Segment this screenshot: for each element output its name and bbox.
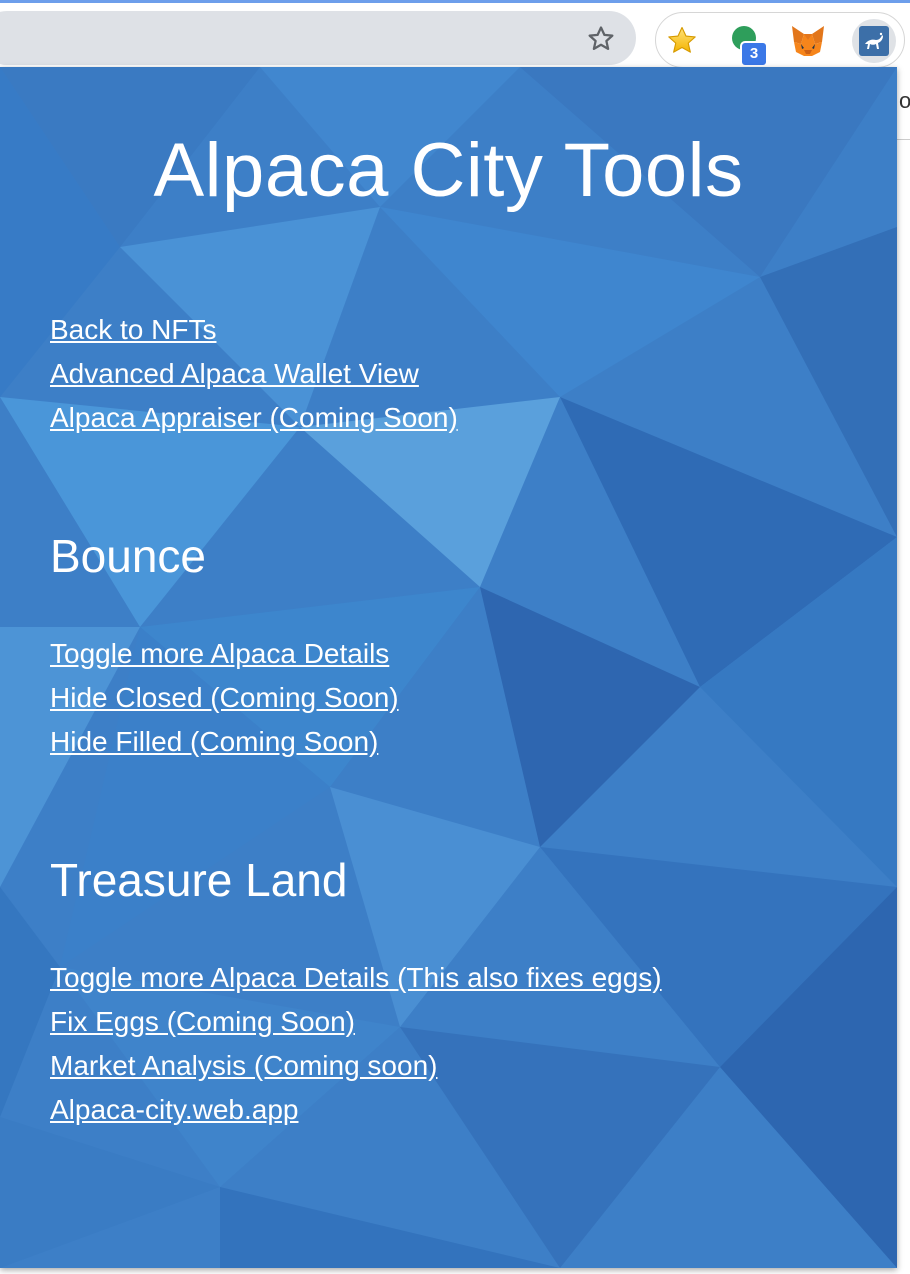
alpaca-appraiser-link[interactable]: Alpaca Appraiser (Coming Soon) — [50, 396, 458, 440]
address-bar[interactable] — [0, 11, 636, 65]
hide-filled-link[interactable]: Hide Filled (Coming Soon) — [50, 720, 399, 764]
bounce-links: Toggle more Alpaca Details Hide Closed (… — [50, 632, 399, 764]
market-analysis-link[interactable]: Market Analysis (Coming soon) — [50, 1044, 662, 1088]
treasure-land-heading: Treasure Land — [50, 854, 348, 906]
extension-popup: Alpaca City Tools Back to NFTs Advanced … — [0, 67, 897, 1268]
page-behind-text: ot — [899, 88, 910, 113]
treasure-toggle-details-link[interactable]: Toggle more Alpaca Details (This also fi… — [50, 956, 662, 1000]
favorites-star-extension[interactable] — [660, 19, 704, 63]
browser-toolbar: 3 — [0, 3, 910, 68]
bounce-heading: Bounce — [50, 530, 207, 582]
page-behind-divider — [897, 139, 910, 140]
back-to-nfts-link[interactable]: Back to NFTs — [50, 308, 458, 352]
fox-icon — [792, 26, 824, 56]
gold-star-icon — [668, 26, 696, 53]
green-dot-extension[interactable]: 3 — [722, 19, 768, 67]
popup-title: Alpaca City Tools — [153, 128, 744, 213]
hide-closed-link[interactable]: Hide Closed (Coming Soon) — [50, 676, 399, 720]
metamask-extension[interactable] — [786, 19, 830, 63]
alpaca-city-web-app-link[interactable]: Alpaca-city.web.app — [50, 1088, 662, 1132]
general-links: Back to NFTs Advanced Alpaca Wallet View… — [50, 308, 458, 440]
extensions-strip: 3 — [655, 12, 905, 68]
bounce-toggle-details-link[interactable]: Toggle more Alpaca Details — [50, 632, 399, 676]
bookmark-star-icon[interactable] — [580, 18, 622, 60]
page-behind-popup — [897, 67, 910, 1274]
advanced-wallet-view-link[interactable]: Advanced Alpaca Wallet View — [50, 352, 458, 396]
extension-badge: 3 — [740, 41, 768, 67]
treasure-land-links: Toggle more Alpaca Details (This also fi… — [50, 956, 662, 1132]
fix-eggs-link[interactable]: Fix Eggs (Coming Soon) — [50, 1000, 662, 1044]
alpaca-icon — [859, 26, 889, 56]
alpaca-city-tools-extension[interactable] — [852, 19, 896, 63]
